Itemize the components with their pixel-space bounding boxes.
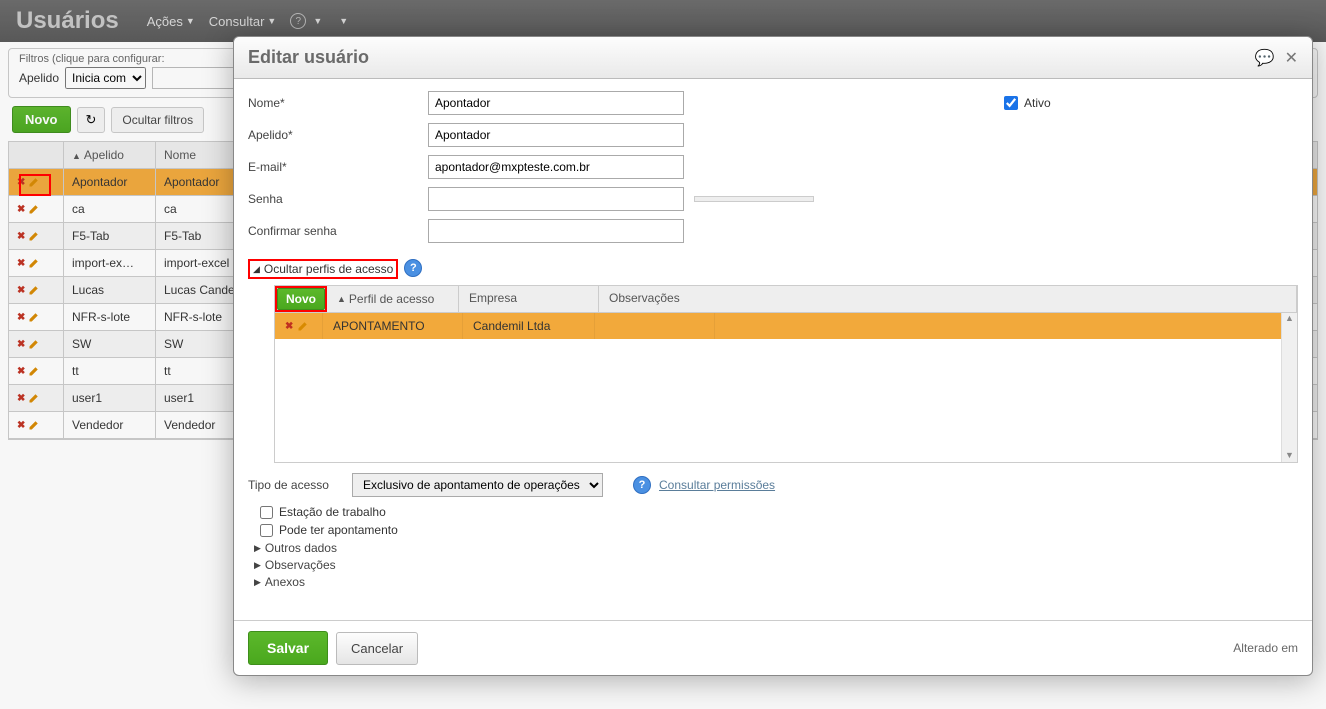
checkbox-ativo[interactable] — [1004, 96, 1018, 110]
edit-icon[interactable] — [297, 320, 309, 332]
input-nome[interactable] — [428, 91, 684, 115]
expander-outros[interactable]: ▶Outros dados — [254, 541, 1298, 555]
chat-icon[interactable]: 💬 — [1255, 48, 1275, 68]
select-tipo-acesso[interactable]: Exclusivo de apontamento de operações — [352, 473, 603, 497]
cell-empresa: Candemil Ltda — [463, 313, 595, 339]
checkbox-pode-apont[interactable] — [260, 524, 273, 537]
perfis-grid: Novo ▲Perfil de acesso Empresa Observaçõ… — [274, 285, 1298, 463]
link-consultar-permissoes[interactable]: Consultar permissões — [659, 478, 775, 492]
expander-anexos[interactable]: ▶Anexos — [254, 575, 1298, 589]
password-strength-meter — [694, 196, 814, 202]
close-icon[interactable]: ✕ — [1285, 48, 1298, 68]
label-estacao: Estação de trabalho — [279, 505, 386, 519]
label-nome: Nome* — [248, 96, 428, 110]
expand-icon: ▶ — [254, 577, 261, 588]
help-icon[interactable]: ? — [404, 259, 422, 277]
col-perfil[interactable]: ▲Perfil de acesso — [327, 286, 459, 312]
label-apelido: Apelido* — [248, 128, 428, 142]
expand-icon: ▶ — [254, 543, 261, 554]
novo-perfil-button[interactable]: Novo — [277, 288, 325, 310]
input-confirmar[interactable] — [428, 219, 684, 243]
label-confirmar: Confirmar senha — [248, 224, 428, 238]
delete-icon[interactable]: ✖ — [285, 321, 293, 332]
label-email: E-mail* — [248, 160, 428, 174]
checkbox-estacao[interactable] — [260, 506, 273, 519]
expand-icon: ▶ — [254, 560, 261, 571]
input-apelido[interactable] — [428, 123, 684, 147]
modal-title: Editar usuário — [248, 47, 1245, 68]
modal-footer: Salvar Cancelar Alterado em — [234, 620, 1312, 675]
help-icon[interactable]: ? — [633, 476, 651, 494]
highlight-edit-icon — [19, 174, 51, 196]
label-pode-apont: Pode ter apontamento — [279, 523, 398, 537]
collapse-icon: ◢ — [253, 264, 260, 275]
highlight-novo-perfil: Novo — [275, 286, 327, 312]
perfis-grid-header: Novo ▲Perfil de acesso Empresa Observaçõ… — [274, 285, 1298, 313]
input-senha[interactable] — [428, 187, 684, 211]
label-tipo-acesso: Tipo de acesso — [248, 478, 352, 492]
col-obs[interactable]: Observações — [599, 286, 1297, 312]
salvar-button[interactable]: Salvar — [248, 631, 328, 665]
label-senha: Senha — [248, 192, 428, 206]
perfil-row[interactable]: ✖ APONTAMENTO Candemil Ltda — [275, 313, 1297, 339]
modal-body: Nome* Ativo Apelido* E-mail* Senha Confi… — [234, 79, 1312, 620]
cell-perfil: APONTAMENTO — [323, 313, 463, 339]
perfis-grid-body: ✖ APONTAMENTO Candemil Ltda ▲ ▼ — [274, 313, 1298, 463]
expander-obs[interactable]: ▶Observações — [254, 558, 1298, 572]
toggle-perfis-acesso[interactable]: ◢ Ocultar perfis de acesso — [248, 259, 398, 279]
modal-header: Editar usuário 💬 ✕ — [234, 37, 1312, 79]
cell-obs — [595, 313, 715, 339]
scroll-up-icon: ▲ — [1282, 313, 1297, 323]
sort-asc-icon: ▲ — [337, 294, 346, 304]
alterado-em: Alterado em — [1233, 641, 1298, 655]
scroll-down-icon: ▼ — [1282, 450, 1297, 460]
col-empresa[interactable]: Empresa — [459, 286, 599, 312]
input-email[interactable] — [428, 155, 684, 179]
scrollbar[interactable]: ▲ ▼ — [1281, 313, 1297, 462]
edit-user-modal: Editar usuário 💬 ✕ Nome* Ativo Apelido* … — [233, 36, 1313, 676]
cancelar-button[interactable]: Cancelar — [336, 632, 418, 665]
label-ativo: Ativo — [1024, 96, 1051, 110]
